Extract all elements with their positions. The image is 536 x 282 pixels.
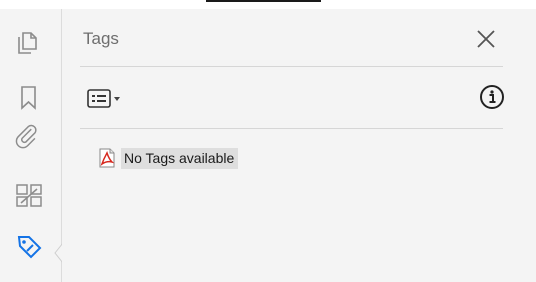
tags-panel: Tags No Tags available xyxy=(62,9,536,282)
info-icon xyxy=(480,85,504,109)
tags-button[interactable] xyxy=(13,231,45,263)
toolbar-divider xyxy=(80,128,503,129)
top-bar xyxy=(0,0,536,9)
layers-button[interactable] xyxy=(13,177,45,209)
attachment-icon xyxy=(15,124,37,149)
top-bar-indicator xyxy=(206,0,321,2)
info-button[interactable] xyxy=(479,84,505,110)
side-rail xyxy=(0,9,64,282)
no-tags-label: No Tags available xyxy=(121,147,239,169)
panel-title: Tags xyxy=(83,29,119,48)
header-divider xyxy=(80,66,503,67)
tag-list-item[interactable]: No Tags available xyxy=(97,146,239,170)
bookmark-icon xyxy=(21,86,36,110)
tag-icon xyxy=(17,236,42,259)
close-button[interactable] xyxy=(475,28,497,50)
attachments-button[interactable] xyxy=(13,122,45,154)
bookmarks-button[interactable] xyxy=(13,81,45,113)
page-thumbnails-button[interactable] xyxy=(13,26,45,58)
close-icon xyxy=(477,30,495,48)
pdf-file-icon xyxy=(99,148,115,168)
page-thumbnails-icon xyxy=(18,32,37,54)
tag-options-icon xyxy=(87,89,120,108)
tag-options-button[interactable] xyxy=(87,87,131,111)
layers-icon xyxy=(16,184,42,207)
